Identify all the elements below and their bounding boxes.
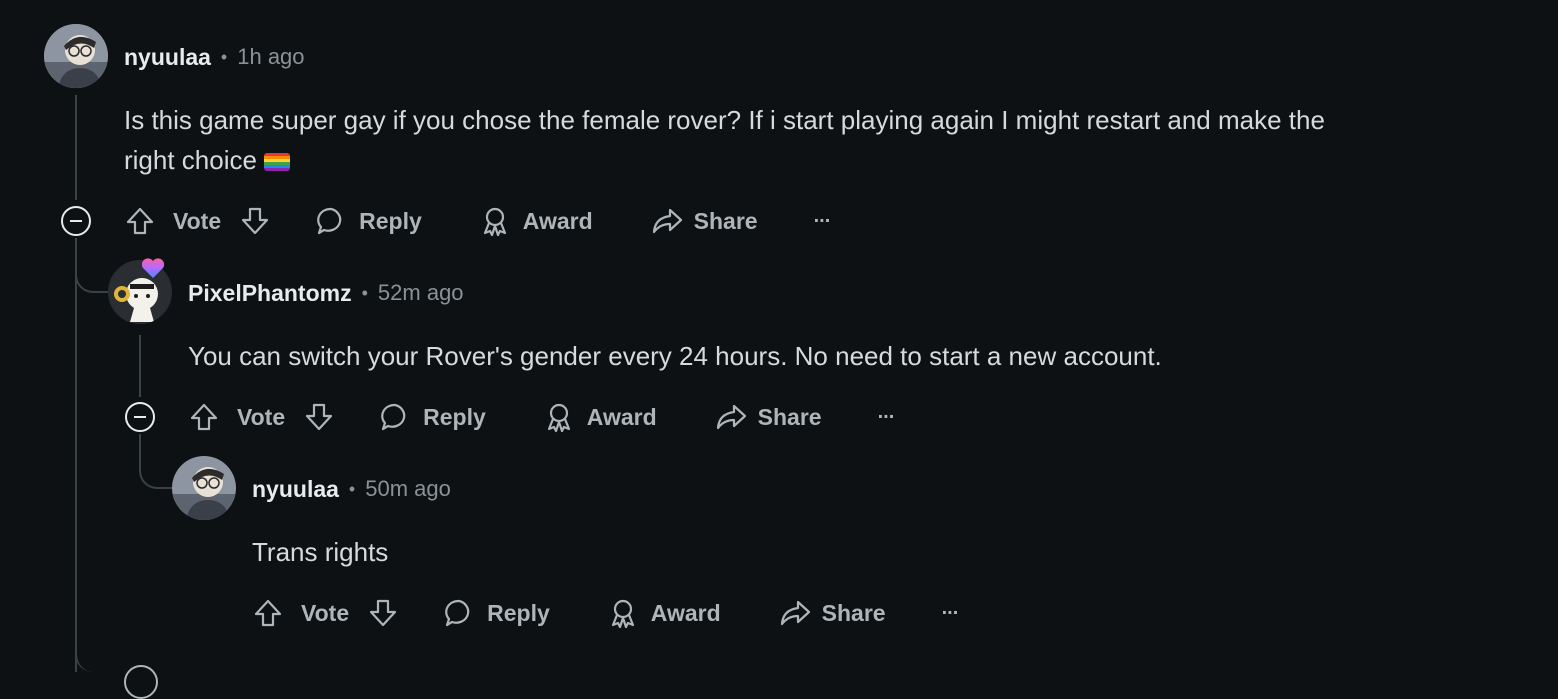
thread-elbow-2	[139, 434, 174, 489]
downvote-icon	[242, 207, 269, 235]
comment-meta: PixelPhantomz • 52m ago	[188, 278, 464, 308]
reply-button[interactable]: Reply	[379, 401, 486, 433]
comment-body: Is this game super gay if you chose the …	[124, 100, 1524, 180]
comment-body: Trans rights	[252, 537, 389, 567]
comment-body: You can switch your Rover's gender every…	[188, 341, 1162, 371]
heart-icon	[141, 257, 165, 279]
rainbow-flag-icon	[264, 153, 291, 171]
upvote-icon	[190, 403, 218, 431]
vote-label: Vote	[173, 207, 222, 234]
comment-actions: Vote Reply Award Share ...	[188, 395, 894, 439]
upvote-button[interactable]	[124, 205, 156, 237]
comment-bubble-icon	[445, 599, 470, 627]
award-icon	[483, 207, 506, 237]
upvote-icon	[254, 599, 282, 627]
username[interactable]: PixelPhantomz	[188, 280, 352, 307]
comment-meta: nyuulaa • 1h ago	[124, 42, 305, 72]
upvote-button[interactable]	[252, 597, 284, 629]
comment-bubble-icon	[317, 207, 342, 235]
share-icon	[652, 208, 682, 234]
reply-button[interactable]: Reply	[443, 597, 550, 629]
share-icon	[780, 600, 810, 626]
comment-bubble-icon	[381, 403, 406, 431]
downvote-button[interactable]	[367, 597, 399, 629]
share-label: Share	[693, 207, 758, 234]
more-options-button[interactable]: ...	[814, 205, 831, 228]
downvote-button[interactable]	[239, 205, 271, 237]
share-button[interactable]: Share	[650, 205, 758, 237]
comment-text-line: right choice	[124, 140, 1524, 180]
timestamp[interactable]: 1h ago	[237, 44, 304, 70]
timestamp[interactable]: 50m ago	[365, 476, 451, 502]
upvote-icon	[126, 207, 154, 235]
reply-label: Reply	[487, 599, 550, 626]
next-comment-indicator	[124, 665, 158, 699]
more-options-button[interactable]: ...	[942, 597, 959, 620]
award-button[interactable]: Award	[479, 205, 593, 237]
award-button[interactable]: Award	[607, 597, 721, 629]
vote-label: Vote	[301, 599, 350, 626]
comment-actions: Vote Reply Award Share ...	[252, 591, 958, 635]
separator-dot: •	[220, 46, 228, 67]
timestamp[interactable]: 52m ago	[378, 280, 464, 306]
collapse-thread-button[interactable]	[60, 205, 92, 237]
comment-meta: nyuulaa • 50m ago	[252, 474, 451, 504]
share-button[interactable]: Share	[714, 401, 822, 433]
award-label: Award	[522, 207, 593, 234]
reply-label: Reply	[359, 207, 422, 234]
share-icon	[716, 404, 746, 430]
separator-dot: •	[361, 282, 368, 303]
share-button[interactable]: Share	[778, 597, 886, 629]
award-button[interactable]: Award	[543, 401, 657, 433]
reply-button[interactable]: Reply	[315, 205, 422, 237]
thread-line-2	[139, 335, 141, 397]
thread-elbow-3	[75, 600, 107, 672]
downvote-icon	[306, 403, 333, 431]
share-label: Share	[821, 599, 886, 626]
vote-label: Vote	[237, 403, 286, 430]
award-label: Award	[650, 599, 721, 626]
thread-line-1	[75, 95, 77, 200]
avatar[interactable]	[44, 24, 108, 88]
reply-label: Reply	[423, 403, 486, 430]
award-icon	[547, 403, 570, 433]
thread-elbow-1	[75, 238, 110, 293]
award-icon	[611, 599, 634, 629]
share-label: Share	[757, 403, 822, 430]
separator-dot: •	[348, 478, 356, 499]
avatar[interactable]	[172, 456, 236, 520]
award-label: Award	[586, 403, 657, 430]
comment-text-line: Is this game super gay if you chose the …	[124, 105, 1325, 135]
more-options-button[interactable]: ...	[878, 401, 895, 424]
comment-actions: Vote Reply Award Share ...	[124, 199, 830, 243]
upvote-button[interactable]	[188, 401, 220, 433]
downvote-icon	[370, 599, 397, 627]
username[interactable]: nyuulaa	[124, 44, 211, 71]
collapse-thread-button[interactable]	[124, 401, 156, 433]
username[interactable]: nyuulaa	[252, 476, 339, 503]
downvote-button[interactable]	[303, 401, 335, 433]
